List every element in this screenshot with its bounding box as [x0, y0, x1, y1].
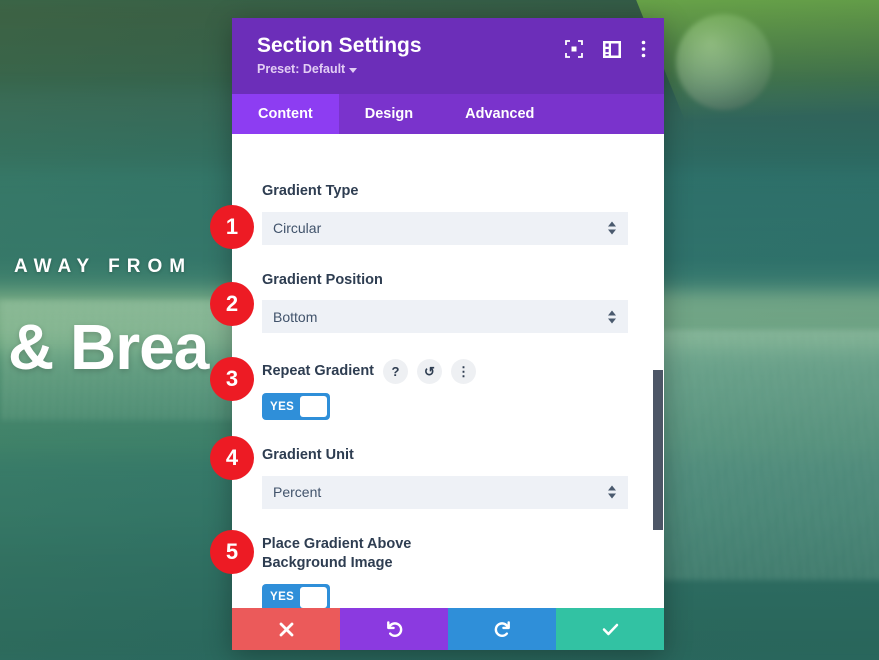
redo-icon — [494, 620, 510, 637]
gradient-unit-label: Gradient Unit — [262, 447, 354, 464]
modal-footer — [232, 608, 664, 650]
place-gradient-above-label: Place Gradient Above Background Image — [262, 535, 412, 572]
cancel-button[interactable] — [232, 608, 340, 650]
modal-tabs: Content Design Advanced — [232, 94, 664, 134]
options-icon[interactable]: ⋮ — [451, 359, 476, 385]
gradient-unit-select[interactable]: Percent — [262, 475, 628, 509]
close-icon — [279, 622, 293, 636]
callout-badge-number: 4 — [225, 445, 239, 470]
callout-badge-5: 5 — [210, 530, 254, 574]
hero-title-text: & Brea — [8, 311, 209, 383]
focus-icon[interactable] — [565, 40, 583, 58]
preset-selector[interactable]: Preset: Default — [257, 62, 422, 76]
field-gradient-type: Gradient Type Circular — [262, 182, 628, 245]
callout-badge-3: 3 — [210, 357, 254, 401]
callout-badge-number: 1 — [225, 214, 239, 239]
place-gradient-above-toggle[interactable]: YES — [262, 583, 330, 608]
tab-content[interactable]: Content — [232, 94, 339, 134]
place-gradient-above-toggle-label: YES — [270, 591, 295, 604]
callout-badge-number: 3 — [225, 366, 239, 391]
gradient-position-select[interactable]: Bottom — [262, 300, 628, 334]
modal-header-titles: Section Settings Preset: Default — [257, 34, 422, 76]
field-repeat-gradient: Repeat Gradient ? ↺ ⋮ YES — [262, 359, 628, 421]
repeat-gradient-toggle[interactable]: YES — [262, 393, 330, 421]
modal-title: Section Settings — [257, 34, 422, 57]
callout-badge-1: 1 — [210, 205, 254, 249]
gradient-type-label: Gradient Type — [262, 183, 359, 199]
modal-header: Section Settings Preset: Default — [232, 18, 664, 94]
stepper-arrows-icon — [608, 310, 616, 324]
kebab-menu-icon[interactable] — [641, 40, 646, 58]
undo-button[interactable] — [340, 608, 448, 650]
preset-label: Preset: Default — [257, 62, 346, 77]
field-gradient-unit: Gradient Unit Percent — [262, 446, 628, 509]
layout-icon[interactable] — [603, 40, 621, 58]
reset-icon[interactable]: ↺ — [417, 359, 442, 385]
save-button[interactable] — [556, 608, 664, 650]
field-gradient-position: Gradient Position Bottom — [262, 271, 628, 334]
repeat-gradient-label: Repeat Gradient — [262, 362, 374, 379]
gradient-type-value: Circular — [273, 220, 322, 237]
help-icon[interactable]: ? — [383, 359, 408, 385]
gradient-unit-value: Percent — [273, 484, 322, 501]
field-place-gradient-above: Place Gradient Above Background Image YE… — [262, 535, 628, 608]
tab-advanced[interactable]: Advanced — [439, 94, 560, 134]
modal-body: Gradient Type Circular Gradient Position… — [232, 134, 664, 608]
callout-badge-4: 4 — [210, 436, 254, 480]
screen: AWAY FROM & Brea Section Settings Preset… — [0, 0, 879, 660]
callout-badge-number: 2 — [225, 291, 239, 316]
repeat-gradient-toggle-label: YES — [270, 400, 295, 413]
gradient-position-label: Gradient Position — [262, 271, 383, 288]
modal-header-icons — [565, 40, 646, 58]
callout-badge-2: 2 — [210, 282, 254, 326]
gradient-position-value: Bottom — [273, 308, 318, 325]
tab-design[interactable]: Design — [339, 94, 439, 134]
redo-button[interactable] — [448, 608, 556, 650]
chevron-down-icon — [349, 67, 358, 73]
repeat-gradient-label-row: Repeat Gradient ? ↺ ⋮ — [262, 359, 628, 385]
toggle-knob — [300, 586, 327, 608]
stepper-arrows-icon — [608, 221, 616, 235]
stepper-arrows-icon — [608, 485, 616, 499]
checkmark-icon — [602, 623, 618, 635]
vertical-scrollbar-thumb[interactable] — [653, 370, 663, 530]
undo-icon — [386, 620, 402, 637]
callout-badge-number: 5 — [225, 539, 239, 564]
section-settings-modal: Section Settings Preset: Default Content… — [232, 18, 664, 650]
hero-kicker-text: AWAY FROM — [14, 256, 193, 277]
toggle-knob — [300, 396, 327, 418]
gradient-type-select[interactable]: Circular — [262, 211, 628, 245]
